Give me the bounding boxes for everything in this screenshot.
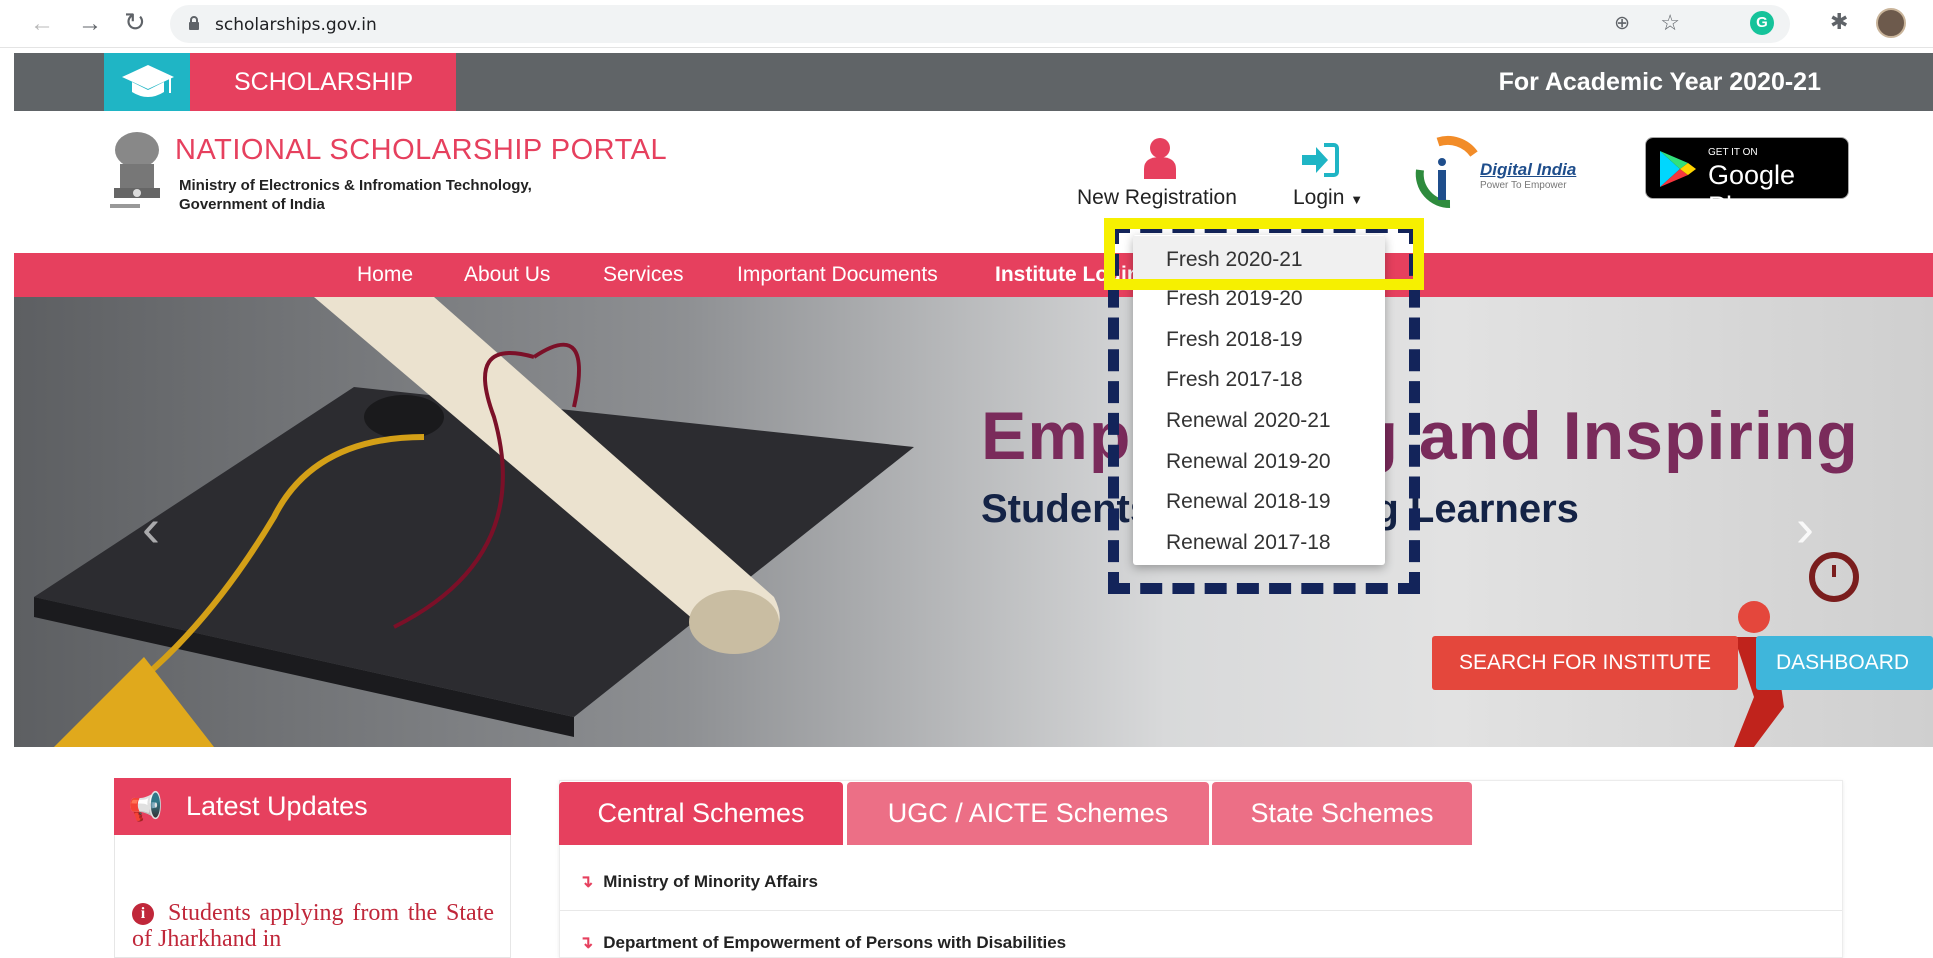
row-divider — [560, 910, 1842, 911]
national-emblem-icon — [110, 132, 160, 208]
scheme-row-label: Department of Empowerment of Persons wit… — [603, 933, 1067, 952]
user-registration-icon[interactable] — [1143, 137, 1177, 179]
scholarship-tab[interactable]: SCHOLARSHIP — [190, 53, 456, 111]
login-link[interactable]: Login ▼ — [1293, 186, 1363, 210]
new-registration-link[interactable]: New Registration — [1077, 186, 1237, 210]
scheme-row[interactable]: ↴ Department of Empowerment of Persons wi… — [579, 933, 1066, 953]
back-arrow-icon[interactable]: ← — [30, 10, 54, 38]
latest-updates-title: Latest Updates — [186, 791, 368, 821]
reload-icon[interactable]: ↻ — [124, 7, 146, 38]
url-text: scholarships.gov.in — [215, 15, 377, 35]
caret-down-icon: ▼ — [1350, 192, 1364, 207]
login-icon[interactable] — [1300, 142, 1340, 178]
extensions-puzzle-icon[interactable]: ✱ — [1830, 9, 1848, 35]
login-label-text: Login — [1293, 186, 1345, 209]
down-arrow-icon: ↴ — [579, 872, 594, 891]
portal-name: NATIONAL SCHOLARSHIP PORTAL — [175, 134, 668, 166]
latest-updates-header: 📢 Latest Updates — [114, 778, 511, 835]
gplay-get-it-on: GET IT ON — [1708, 147, 1758, 158]
info-icon: i — [132, 903, 154, 925]
carousel-prev-icon[interactable]: ‹ — [142, 497, 160, 559]
zoom-icon[interactable]: ⊕ — [1614, 12, 1630, 35]
dropdown-option-renewal-2017-18[interactable]: Renewal 2017-18 — [1166, 531, 1331, 555]
ministry-line-2: Government of India — [179, 196, 325, 213]
grammarly-extension-icon[interactable]: G — [1750, 11, 1774, 35]
nav-services[interactable]: Services — [603, 253, 684, 297]
google-play-triangle-icon — [1660, 151, 1696, 187]
site-top-bar: SCHOLARSHIP For Academic Year 2020-21 — [14, 53, 1933, 111]
dropdown-option-fresh-2019-20[interactable]: Fresh 2019-20 — [1166, 287, 1303, 311]
ministry-line-1: Ministry of Electronics & Infromation Te… — [179, 177, 532, 194]
yellow-highlight-box — [1104, 218, 1424, 290]
dropdown-option-renewal-2020-21[interactable]: Renewal 2020-21 — [1166, 409, 1331, 433]
browser-toolbar: ← → ↻ scholarships.gov.in ⊕ ☆ G ✱ — [0, 0, 1933, 48]
forward-arrow-icon[interactable]: → — [78, 10, 102, 38]
digital-india-tagline: Power To Empower — [1480, 180, 1567, 191]
address-bar[interactable]: scholarships.gov.in ⊕ ☆ — [170, 5, 1790, 43]
megaphone-icon: 📢 — [128, 791, 163, 822]
tab-state-schemes[interactable]: State Schemes — [1212, 782, 1472, 845]
gplay-label: Google Play — [1708, 160, 1796, 221]
nav-home[interactable]: Home — [357, 253, 413, 297]
tab-central-schemes[interactable]: Central Schemes — [559, 782, 843, 845]
dropdown-option-fresh-2017-18[interactable]: Fresh 2017-18 — [1166, 368, 1303, 392]
scheme-row-label: Ministry of Minority Affairs — [603, 872, 818, 891]
dropdown-option-renewal-2018-19[interactable]: Renewal 2018-19 — [1166, 490, 1331, 514]
profile-avatar[interactable] — [1876, 8, 1906, 38]
search-for-institute-button[interactable]: SEARCH FOR INSTITUTE — [1432, 636, 1738, 690]
google-play-badge[interactable]: GET IT ON Google Play — [1645, 137, 1849, 221]
tab-ugc-aicte-schemes[interactable]: UGC / AICTE Schemes — [847, 782, 1209, 845]
graduation-cap-icon — [104, 53, 190, 111]
ministry-text: Ministry of Electronics & Infromation Te… — [179, 176, 532, 214]
update-text: Students applying from the State of Jhar… — [132, 900, 494, 952]
dropdown-option-renewal-2019-20[interactable]: Renewal 2019-20 — [1166, 450, 1331, 474]
dropdown-option-fresh-2018-19[interactable]: Fresh 2018-19 — [1166, 328, 1303, 352]
main-nav: Home About Us Services Important Documen… — [14, 253, 1933, 297]
update-item[interactable]: i Students applying from the State of Jha… — [132, 900, 494, 952]
down-arrow-icon: ↴ — [579, 933, 594, 952]
academic-year-label: For Academic Year 2020-21 — [1498, 68, 1821, 96]
dashboard-button[interactable]: DASHBOARD — [1756, 636, 1933, 690]
bookmark-star-icon[interactable]: ☆ — [1660, 10, 1680, 36]
nav-important-documents[interactable]: Important Documents — [737, 253, 938, 297]
scheme-row[interactable]: ↴ Ministry of Minority Affairs — [579, 872, 818, 892]
digital-india-text: Digital India — [1480, 160, 1577, 179]
nav-about-us[interactable]: About Us — [464, 253, 550, 297]
lock-icon — [189, 16, 199, 30]
